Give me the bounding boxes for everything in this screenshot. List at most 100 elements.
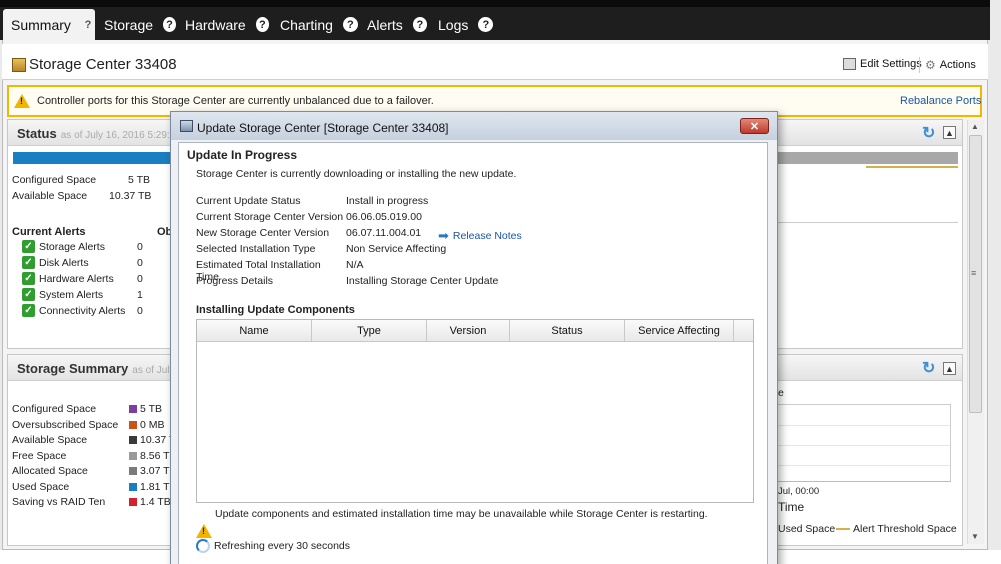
- refresh-spinner-icon: [196, 539, 210, 553]
- alert-row-storage[interactable]: ✓ Storage Alerts 0: [22, 240, 143, 253]
- edit-settings-label: Edit Settings: [860, 58, 922, 70]
- color-swatch: [129, 420, 137, 429]
- release-notes-link[interactable]: ➡ Release Notes: [438, 228, 522, 244]
- arrow-right-icon: ➡: [438, 228, 449, 243]
- alert-count: 1: [137, 288, 143, 301]
- summary-row-label: Configured Space: [12, 403, 97, 415]
- detail-value: Installing Storage Center Update: [346, 275, 499, 287]
- configured-space-label: Configured Space: [12, 174, 97, 186]
- check-icon: ✓: [22, 288, 35, 301]
- alert-row-system[interactable]: ✓ System Alerts 1: [22, 288, 143, 301]
- column-header-name[interactable]: Name: [197, 320, 312, 342]
- tab-charting[interactable]: Charting ?: [272, 9, 358, 40]
- summary-row-label: Oversubscribed Space: [12, 418, 119, 431]
- detail-row: New Storage Center Version 06.07.11.004.0…: [196, 227, 421, 239]
- storage-summary-title: Storage Summary: [17, 361, 129, 376]
- refresh-icon[interactable]: ↻: [922, 358, 935, 378]
- detail-label: New Storage Center Version: [196, 227, 330, 239]
- detail-label: Progress Details: [196, 275, 274, 287]
- tab-hardware[interactable]: Hardware ?: [177, 9, 269, 40]
- tab-label: Hardware: [185, 16, 246, 33]
- help-icon[interactable]: ?: [412, 17, 427, 32]
- summary-row-value: 1.4 TB: [140, 496, 171, 508]
- edit-settings-icon: [843, 58, 856, 70]
- color-swatch: [129, 482, 137, 491]
- storage-summary-as-of: as of July: [132, 365, 175, 376]
- alert-count: 0: [137, 256, 143, 269]
- detail-value: Install in progress: [346, 195, 429, 207]
- chart-x-tick: Jul, 00:00: [778, 486, 820, 497]
- tab-logs[interactable]: Logs ?: [430, 9, 494, 40]
- column-header-service-affecting[interactable]: Service Affecting: [625, 320, 734, 342]
- tab-label: Storage: [104, 16, 154, 33]
- warning-icon: [196, 524, 212, 538]
- summary-row-label: Allocated Space: [12, 465, 88, 477]
- tab-alerts[interactable]: Alerts ?: [359, 9, 427, 40]
- dialog-app-icon: [180, 120, 193, 132]
- alert-row-disk[interactable]: ✓ Disk Alerts 0: [22, 256, 143, 269]
- check-icon: ✓: [22, 272, 35, 285]
- detail-value: 06.07.11.004.01: [346, 227, 422, 239]
- legend-threshold-swatch: [836, 528, 850, 530]
- check-icon: ✓: [22, 240, 35, 253]
- column-header-type[interactable]: Type: [312, 320, 427, 342]
- page-title: Storage Center 33408: [29, 56, 177, 73]
- scroll-down-icon[interactable]: ▼: [971, 532, 979, 541]
- alert-label: Connectivity Alerts: [39, 304, 126, 317]
- legend-used-space: Used Space: [778, 523, 836, 535]
- configured-space-value: 5 TB: [128, 174, 150, 186]
- tab-label: Charting: [280, 16, 333, 33]
- release-notes-label: Release Notes: [452, 230, 522, 242]
- alert-count: 0: [137, 304, 143, 317]
- refresh-icon[interactable]: ↻: [922, 123, 935, 143]
- available-space-label: Available Space: [12, 190, 88, 202]
- alert-label: System Alerts: [39, 288, 104, 301]
- help-icon[interactable]: ?: [81, 17, 95, 32]
- detail-row: Current Update Status Install in progress: [196, 195, 428, 207]
- column-header-status[interactable]: Status: [510, 320, 625, 342]
- tab-label: Alerts: [367, 16, 403, 33]
- components-heading: Installing Update Components: [196, 304, 355, 316]
- detail-label: Current Storage Center Version: [196, 211, 344, 223]
- detail-label: Selected Installation Type: [196, 243, 316, 255]
- detail-row: Selected Installation Type Non Service Af…: [196, 243, 446, 255]
- actions-button[interactable]: ⚙ Actions: [925, 58, 976, 72]
- chart-x-label: Time: [778, 500, 805, 514]
- threshold-marker: [866, 166, 958, 168]
- tab-storage[interactable]: Storage ?: [96, 9, 176, 40]
- rebalance-ports-link[interactable]: Rebalance Ports: [900, 95, 981, 107]
- chart-title-fragment: e: [778, 387, 784, 399]
- summary-row: Oversubscribed Space 0 MB: [12, 419, 165, 431]
- summary-row-value: 5 TB: [140, 403, 162, 415]
- summary-row: Configured Space 5 TB: [12, 403, 162, 415]
- dialog-description: Storage Center is currently downloading …: [196, 168, 517, 180]
- help-icon[interactable]: ?: [255, 17, 269, 32]
- alert-row-hardware[interactable]: ✓ Hardware Alerts 0: [22, 272, 143, 285]
- tab-summary[interactable]: Summary ?: [3, 9, 95, 40]
- help-icon[interactable]: ?: [478, 17, 494, 32]
- collapse-icon[interactable]: ▲: [943, 362, 956, 375]
- storage-center-icon: [12, 58, 26, 72]
- close-button[interactable]: ✕: [740, 118, 769, 134]
- grip-icon: ≡: [971, 268, 977, 278]
- alert-label: Hardware Alerts: [39, 272, 114, 285]
- banner-text: Controller ports for this Storage Center…: [37, 95, 434, 107]
- column-header-version[interactable]: Version: [427, 320, 510, 342]
- help-icon[interactable]: ?: [163, 17, 176, 32]
- edit-settings-button[interactable]: Edit Settings: [843, 58, 922, 70]
- color-swatch: [129, 405, 137, 413]
- panel-title: Status as of July 16, 2016 5:29:5: [17, 126, 175, 141]
- alert-count: 0: [137, 240, 143, 253]
- summary-row: Free Space 8.56 TI: [12, 450, 173, 462]
- column-header-filler: [734, 320, 753, 342]
- summary-row: Available Space 10.37 T: [12, 434, 175, 446]
- dialog-heading: Update In Progress: [187, 148, 298, 162]
- help-icon[interactable]: ?: [342, 17, 358, 32]
- components-table[interactable]: Name Type Version Status Service Affecti…: [196, 319, 754, 503]
- collapse-icon[interactable]: ▲: [943, 126, 956, 139]
- status-as-of: as of July 16, 2016 5:29:5: [60, 130, 176, 141]
- alert-row-connectivity[interactable]: ✓ Connectivity Alerts 0: [22, 304, 143, 317]
- alert-count: 0: [137, 272, 143, 285]
- scroll-up-icon[interactable]: ▲: [971, 122, 979, 131]
- summary-row: Used Space 1.81 TI: [12, 481, 173, 493]
